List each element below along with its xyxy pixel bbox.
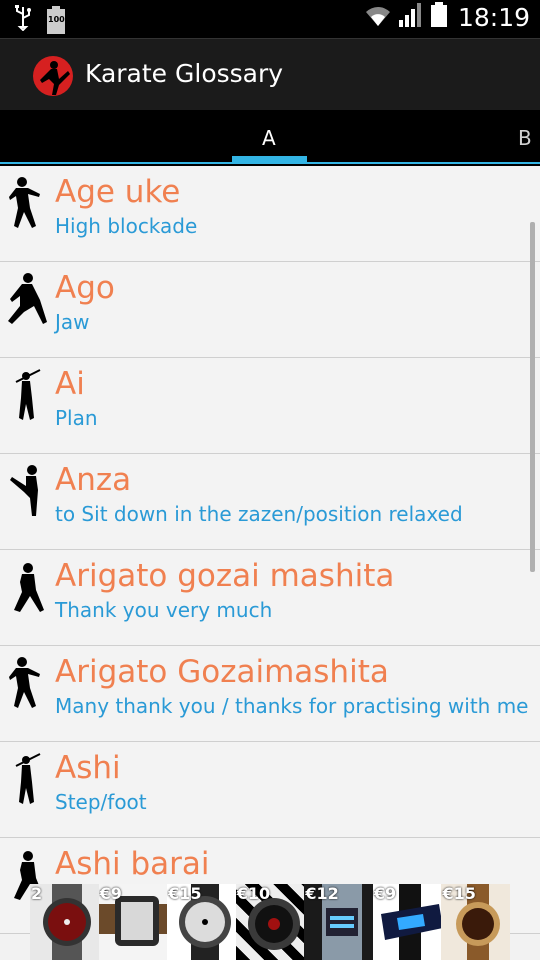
meaning: Plan bbox=[55, 406, 98, 430]
battery-full-icon bbox=[430, 2, 448, 32]
meaning: Many thank you / thanks for practising w… bbox=[55, 694, 529, 718]
ad-tile[interactable]: €10 bbox=[235, 884, 305, 960]
ad-tile[interactable]: €15 bbox=[167, 884, 236, 960]
ad-price: 2 bbox=[31, 884, 43, 903]
app-title: Karate Glossary bbox=[85, 59, 284, 88]
meaning: Jaw bbox=[55, 310, 90, 334]
list-item[interactable]: Anza to Sit down in the zazen/position r… bbox=[0, 454, 540, 550]
ad-price: €9 bbox=[373, 884, 397, 903]
list-item[interactable]: Arigato Gozaimashita Many thank you / th… bbox=[0, 646, 540, 742]
list-item[interactable]: Ai Plan bbox=[0, 358, 540, 454]
ad-price: €15 bbox=[168, 884, 202, 903]
ad-tile[interactable]: €9 bbox=[98, 884, 168, 960]
meaning: to Sit down in the zazen/position relaxe… bbox=[55, 502, 463, 526]
list-item[interactable]: Age uke High blockade bbox=[0, 166, 540, 262]
term: Anza bbox=[55, 462, 132, 498]
watch-icon bbox=[236, 898, 305, 960]
ad-banner[interactable]: 2 €9 €15 €10 €12 €9 €15 bbox=[30, 884, 511, 960]
term: Arigato gozai mashita bbox=[55, 558, 395, 594]
watch-icon bbox=[167, 884, 236, 960]
term: Ashi bbox=[55, 750, 121, 786]
ad-price: €9 bbox=[99, 884, 122, 903]
term: Age uke bbox=[55, 174, 181, 210]
term: Arigato Gozaimashita bbox=[55, 654, 389, 690]
list-item[interactable]: Arigato gozai mashita Thank you very muc… bbox=[0, 550, 540, 646]
watch-icon bbox=[304, 884, 373, 960]
fighter-stance-icon bbox=[6, 560, 48, 614]
ad-price: €15 bbox=[442, 884, 476, 903]
term: Ago bbox=[55, 270, 115, 306]
fighter-lunge-icon bbox=[6, 272, 48, 326]
meaning: Step/foot bbox=[55, 790, 147, 814]
ad-tile[interactable]: €9 bbox=[372, 884, 442, 960]
list-item[interactable]: Ashi Step/foot bbox=[0, 742, 540, 838]
watch-icon bbox=[98, 896, 168, 960]
status-bar: 100 18:19 bbox=[0, 0, 540, 38]
fighter-kick-icon bbox=[6, 464, 48, 518]
list-item[interactable]: Ago Jaw bbox=[0, 262, 540, 358]
watch-icon bbox=[373, 884, 442, 960]
watch-icon bbox=[441, 884, 510, 960]
tab-strip: A B bbox=[0, 110, 540, 164]
ad-tile[interactable]: 2 bbox=[30, 884, 99, 960]
fighter-staff-icon bbox=[6, 752, 48, 806]
scrollbar[interactable] bbox=[530, 222, 535, 572]
ad-tile[interactable]: €15 bbox=[441, 884, 511, 960]
fighter-punch-icon bbox=[6, 656, 48, 710]
usb-icon bbox=[14, 5, 32, 35]
karate-logo-icon[interactable] bbox=[32, 55, 74, 97]
meaning: Thank you very much bbox=[55, 598, 273, 622]
tab-indicator bbox=[232, 156, 307, 162]
tab-a[interactable]: A bbox=[262, 126, 276, 150]
battery-icon: 100 bbox=[46, 6, 66, 34]
tab-b[interactable]: B bbox=[518, 126, 532, 150]
battery-label: 100 bbox=[48, 15, 65, 24]
clock: 18:19 bbox=[457, 2, 530, 32]
watch-icon bbox=[30, 884, 99, 960]
glossary-list[interactable]: Age uke High blockade Ago Jaw Ai Plan An… bbox=[0, 166, 540, 960]
term: Ai bbox=[55, 366, 85, 402]
meaning: High blockade bbox=[55, 214, 198, 238]
wifi-icon bbox=[364, 2, 392, 32]
ad-price: €12 bbox=[305, 884, 339, 903]
action-bar: Karate Glossary bbox=[0, 38, 540, 110]
term: Ashi barai bbox=[55, 846, 210, 882]
signal-icon bbox=[398, 2, 424, 32]
ad-price: €10 bbox=[236, 884, 271, 903]
fighter-punch-icon bbox=[6, 176, 48, 230]
fighter-staff-icon bbox=[6, 368, 48, 422]
ad-tile[interactable]: €12 bbox=[304, 884, 373, 960]
